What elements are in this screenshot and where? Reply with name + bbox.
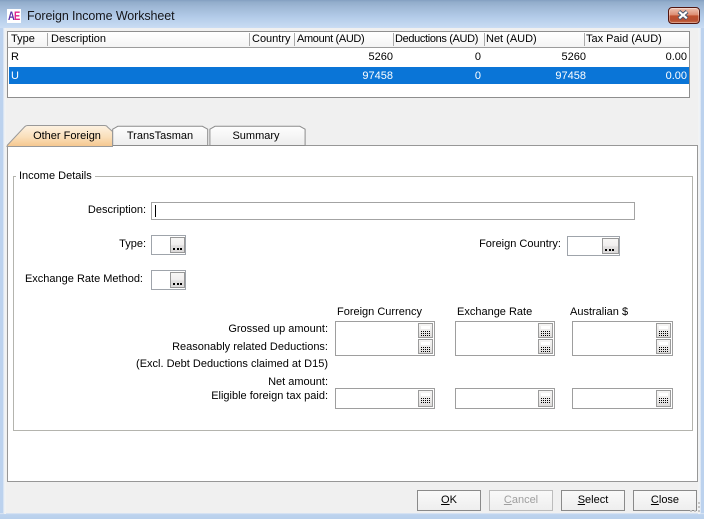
svg-text:TransTasman: TransTasman [127,130,193,142]
svg-text:Summary: Summary [232,130,280,142]
svg-text:Other Foreign: Other Foreign [33,130,101,142]
